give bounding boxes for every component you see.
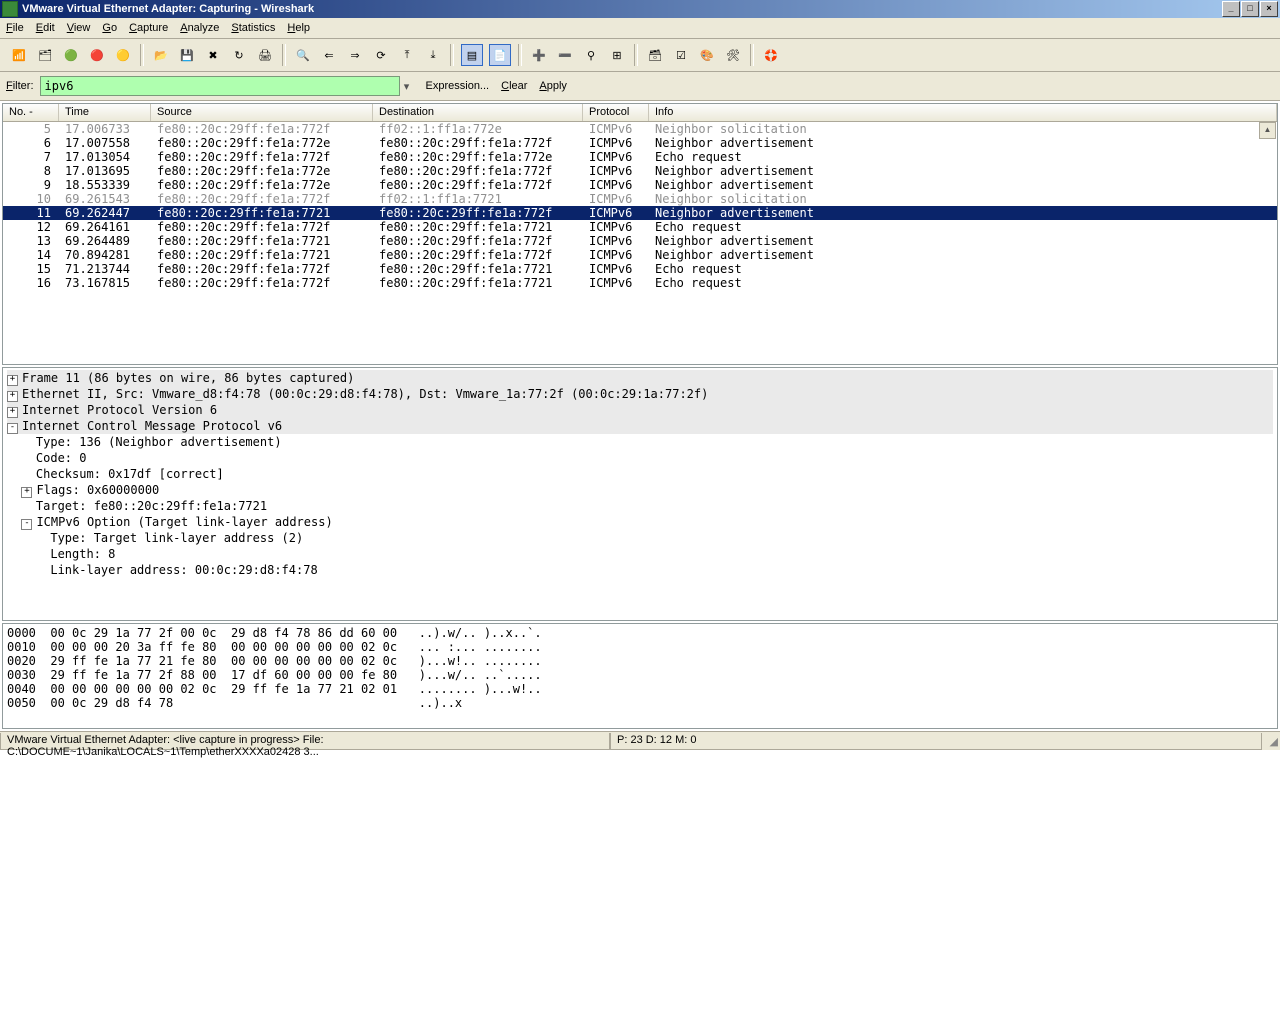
menu-capture[interactable]: Capture [129,22,168,34]
detail-frame: Frame 11 (86 bytes on wire, 86 bytes cap… [22,371,354,385]
prefs-icon[interactable]: 🛠 [723,45,743,65]
detail-eth: Ethernet II, Src: Vmware_d8:f4:78 (00:0c… [22,387,708,401]
table-row[interactable]: 1470.894281fe80::20c:29ff:fe1a:7721fe80:… [3,248,1277,262]
table-row[interactable]: 1673.167815fe80::20c:29ff:fe1a:772ffe80:… [3,276,1277,290]
resize-grip-icon[interactable]: ◢ [1262,735,1280,748]
stop-icon[interactable]: 🔴 [87,45,107,65]
gotobot-icon[interactable]: ⤓ [423,45,443,65]
minimize-button[interactable]: _ [1222,1,1240,17]
filter-label: Filter: [6,80,34,92]
menu-go[interactable]: Go [102,22,117,34]
detail-checksum: Checksum: 0x17df [correct] [36,467,224,481]
detail-flags: Flags: 0x60000000 [36,483,159,497]
status-right: P: 23 D: 12 M: 0 [610,733,1262,750]
display-filters-icon[interactable]: ☑ [671,45,691,65]
table-row[interactable]: 1571.213744fe80::20c:29ff:fe1a:772ffe80:… [3,262,1277,276]
table-row[interactable]: 517.006733fe80::20c:29ff:fe1a:772fff02::… [3,122,1277,136]
back-icon[interactable]: ⇐ [319,45,339,65]
detail-lladdr: Link-layer address: 00:0c:29:d8:f4:78 [50,563,317,577]
help-icon[interactable]: 🛟 [761,45,781,65]
col-info[interactable]: Info [649,104,1277,121]
zoomin-icon[interactable]: ➕ [529,45,549,65]
table-row[interactable]: 918.553339fe80::20c:29ff:fe1a:772efe80::… [3,178,1277,192]
table-row[interactable]: 817.013695fe80::20c:29ff:fe1a:772efe80::… [3,164,1277,178]
forward-icon[interactable]: ⇒ [345,45,365,65]
expand-icon[interactable]: + [21,487,32,498]
menu-help[interactable]: Help [287,22,310,34]
filter-clear[interactable]: Clear [501,80,527,92]
table-row[interactable]: 1169.262447fe80::20c:29ff:fe1a:7721fe80:… [3,206,1277,220]
expand-icon[interactable]: + [7,391,18,402]
colorize-icon[interactable]: ▤ [461,44,483,66]
detail-code: Code: 0 [36,451,87,465]
table-row[interactable]: 1069.261543fe80::20c:29ff:fe1a:772fff02:… [3,192,1277,206]
packet-rows: 517.006733fe80::20c:29ff:fe1a:772fff02::… [3,122,1277,290]
menu-statistics[interactable]: Statistics [231,22,275,34]
print-icon[interactable]: 🖨 [255,45,275,65]
detail-option: ICMPv6 Option (Target link-layer address… [36,515,332,529]
zoom100-icon[interactable]: ⚲ [581,45,601,65]
col-no[interactable]: No. - [3,104,59,121]
close-button[interactable]: × [1260,1,1278,17]
open-icon[interactable]: 📂 [151,45,171,65]
find-icon[interactable]: 🔍 [293,45,313,65]
gototop-icon[interactable]: ⤒ [397,45,417,65]
packet-bytes-pane[interactable]: 0000 00 0c 29 1a 77 2f 00 0c 29 d8 f4 78… [2,623,1278,729]
table-row[interactable]: 717.013054fe80::20c:29ff:fe1a:772ffe80::… [3,150,1277,164]
detail-opttype: Type: Target link-layer address (2) [50,531,303,545]
menu-view[interactable]: View [67,22,91,34]
table-row[interactable]: 617.007558fe80::20c:29ff:fe1a:772efe80::… [3,136,1277,150]
start-icon[interactable]: 🟢 [61,45,81,65]
filter-dropdown-icon[interactable]: ▾ [400,80,414,93]
save-icon[interactable]: 💾 [177,45,197,65]
maximize-button[interactable]: □ [1241,1,1259,17]
title-bar: VMware Virtual Ethernet Adapter: Capturi… [0,0,1280,18]
menu-analyze[interactable]: Analyze [180,22,219,34]
window-title: VMware Virtual Ethernet Adapter: Capturi… [22,3,314,15]
col-destination[interactable]: Destination [373,104,583,121]
coloring-rules-icon[interactable]: 🎨 [697,45,717,65]
menu-bar: File Edit View Go Capture Analyze Statis… [0,18,1280,39]
packet-details-pane[interactable]: + Frame 11 (86 bytes on wire, 86 bytes ca… [2,367,1278,621]
app-icon [2,1,18,17]
detail-optlen: Length: 8 [50,547,115,561]
interfaces-icon[interactable]: 📶 [9,45,29,65]
scroll-up-icon[interactable]: ▲ [1259,122,1276,139]
resize-cols-icon[interactable]: ⊞ [607,45,627,65]
options-icon[interactable]: 🗂 [35,45,55,65]
menu-file[interactable]: File [6,22,24,34]
menu-edit[interactable]: Edit [36,22,55,34]
collapse-icon[interactable]: - [21,519,32,530]
expand-icon[interactable]: + [7,375,18,386]
close-file-icon[interactable]: ✖ [203,45,223,65]
autoscroll-icon[interactable]: 📄 [489,44,511,66]
toolbar: 📶 🗂 🟢 🔴 🟡 📂 💾 ✖ ↻ 🖨 🔍 ⇐ ⇒ ⟳ ⤒ ⤓ ▤ 📄 ➕ ➖ … [0,39,1280,72]
restart-icon[interactable]: 🟡 [113,45,133,65]
filter-apply[interactable]: Apply [539,80,567,92]
expand-icon[interactable]: + [7,407,18,418]
table-row[interactable]: 1369.264489fe80::20c:29ff:fe1a:7721fe80:… [3,234,1277,248]
filter-bar: Filter: ▾ Expression... Clear Apply [0,72,1280,101]
column-headers: No. - Time Source Destination Protocol I… [3,104,1277,122]
status-bar: VMware Virtual Ethernet Adapter: <live c… [0,731,1280,750]
goto-icon[interactable]: ⟳ [371,45,391,65]
col-time[interactable]: Time [59,104,151,121]
col-source[interactable]: Source [151,104,373,121]
packet-list-pane: No. - Time Source Destination Protocol I… [2,103,1278,365]
zoomout-icon[interactable]: ➖ [555,45,575,65]
table-row[interactable]: 1269.264161fe80::20c:29ff:fe1a:772ffe80:… [3,220,1277,234]
col-protocol[interactable]: Protocol [583,104,649,121]
filter-expression[interactable]: Expression... [426,80,490,92]
status-left: VMware Virtual Ethernet Adapter: <live c… [0,733,610,750]
capture-filters-icon[interactable]: 🗃 [645,45,665,65]
detail-target: Target: fe80::20c:29ff:fe1a:7721 [36,499,267,513]
filter-input[interactable] [40,76,400,96]
detail-type: Type: 136 (Neighbor advertisement) [36,435,282,449]
reload-icon[interactable]: ↻ [229,45,249,65]
collapse-icon[interactable]: - [7,423,18,434]
detail-icmp: Internet Control Message Protocol v6 [22,419,282,433]
detail-ipv6: Internet Protocol Version 6 [22,403,217,417]
